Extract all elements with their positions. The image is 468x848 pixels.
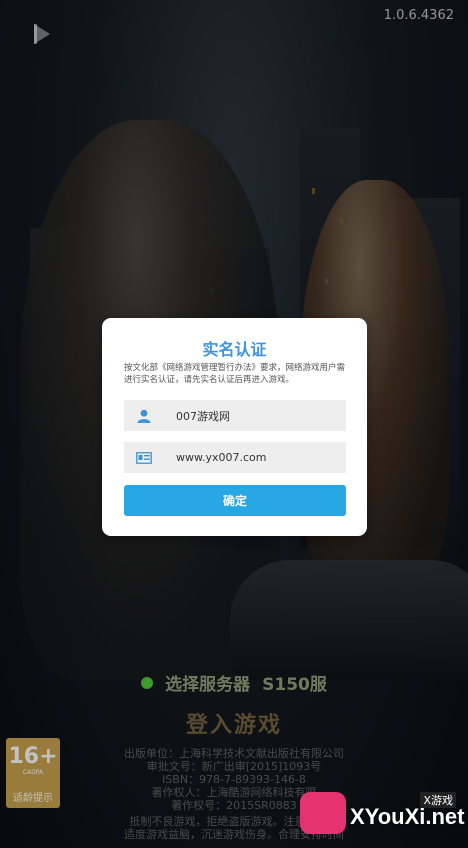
login-game-button[interactable]: 登入游戏 xyxy=(0,707,468,739)
age-rating-org: CADPA xyxy=(22,769,44,776)
id-number-value: www.yx007.com xyxy=(176,451,267,464)
back-arrow-icon xyxy=(34,24,50,44)
age-rating-number: 16+ xyxy=(8,744,58,769)
dialog-description: 按文化部《网络游戏管理暂行办法》要求，网络游戏用户需进行实名认证，请先实名认证后… xyxy=(124,363,346,385)
server-label: 选择服务器 xyxy=(165,675,251,695)
server-selector[interactable]: 选择服务器 S150服 xyxy=(0,670,468,695)
age-rating-tip: 适龄提示 xyxy=(13,793,53,804)
credit-line: 审批文号：新广出审[2015]1093号 xyxy=(146,760,322,773)
gamepad-logo-icon xyxy=(300,792,346,834)
credit-line: 出版单位：上海科学技术文献出版社有限公司 xyxy=(124,747,344,760)
watermark-logo: X游戏 XYouXi.net xyxy=(300,786,465,842)
id-number-input[interactable]: www.yx007.com xyxy=(124,442,346,473)
id-card-icon xyxy=(124,451,164,464)
confirm-button[interactable]: 确定 xyxy=(124,485,346,516)
watermark-brand: XYouXi.net xyxy=(350,804,465,829)
age-rating-badge: 16+ CADPA 适龄提示 xyxy=(6,738,60,808)
version-label: 1.0.6.4362 xyxy=(383,8,454,23)
real-name-input[interactable]: 007游戏网 xyxy=(124,400,346,431)
real-name-dialog: 实名认证 按文化部《网络游戏管理暂行办法》要求，网络游戏用户需进行实名认证，请先… xyxy=(102,318,367,536)
user-icon xyxy=(124,409,164,423)
dialog-title: 实名认证 xyxy=(202,340,267,359)
server-status-dot xyxy=(141,676,154,689)
server-name: S150服 xyxy=(262,675,327,695)
back-button[interactable] xyxy=(28,20,56,48)
real-name-value: 007游戏网 xyxy=(176,409,230,423)
credit-line: ISBN：978-7-89393-146-8 xyxy=(162,773,306,786)
